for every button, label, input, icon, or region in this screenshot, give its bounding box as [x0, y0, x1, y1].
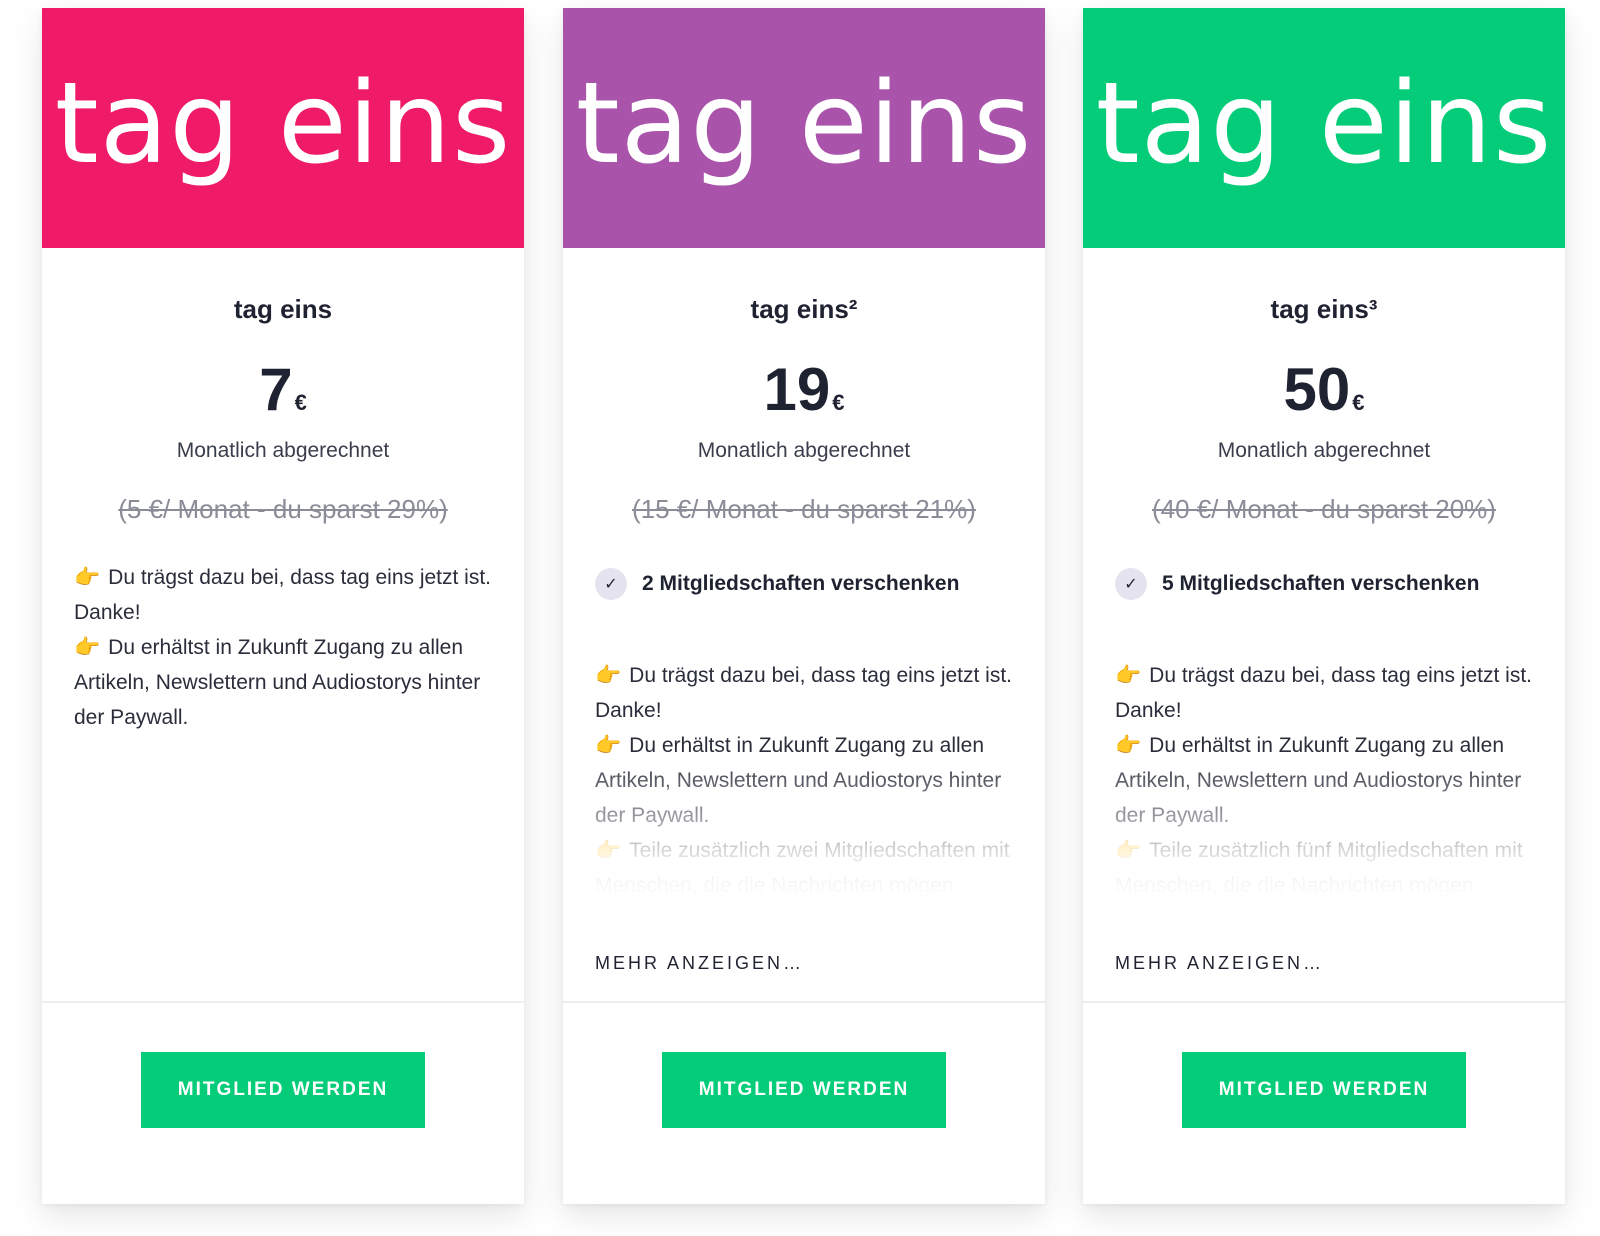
- price-amount: 7: [259, 356, 293, 423]
- backhand-index-pointing-right-icon: 👉: [1115, 839, 1142, 862]
- gift-memberships: ✓ 5 Mitgliedschaften verschenken: [1115, 568, 1541, 600]
- old-price: (40 €/ Monat - du sparst 20%): [1152, 494, 1496, 524]
- divider: [563, 1001, 1045, 1003]
- feature-list: 👉 Du trägst dazu bei, dass tag eins jetzt…: [595, 658, 1021, 903]
- backhand-index-pointing-right-icon: 👉: [74, 566, 101, 589]
- show-more-link[interactable]: MEHR ANZEIGEN…: [595, 953, 804, 974]
- backhand-index-pointing-right-icon: 👉: [595, 664, 622, 687]
- plan-banner: tag eins: [42, 8, 524, 248]
- list-item: 👉 Du trägst dazu bei, dass tag eins jetzt…: [74, 566, 492, 624]
- list-item: 👉 Du trägst dazu bei, dass tag eins jetzt…: [1115, 664, 1533, 722]
- billing-period: Monatlich abgerechnet: [697, 439, 911, 462]
- gift-label: 5 Mitgliedschaften verschenken: [1162, 572, 1480, 595]
- backhand-index-pointing-right-icon: 👉: [1115, 734, 1142, 757]
- price: 50€: [1083, 360, 1565, 420]
- feature-list: 👉 Du trägst dazu bei, dass tag eins jetzt…: [1115, 658, 1541, 903]
- price-amount: 50: [1283, 356, 1351, 423]
- plan-name: tag eins: [233, 294, 333, 324]
- become-member-button[interactable]: MITGLIED WERDEN: [1182, 1052, 1466, 1128]
- backhand-index-pointing-right-icon: 👉: [1115, 664, 1142, 687]
- plan-card-premium: tag eins tag eins³ 50€ Monatlich abgerec…: [1083, 8, 1565, 1204]
- price: 19€: [563, 360, 1045, 420]
- billing-period: Monatlich abgerechnet: [176, 439, 390, 462]
- billing-period: Monatlich abgerechnet: [1217, 439, 1431, 462]
- price-amount: 19: [763, 356, 831, 423]
- check-icon: ✓: [595, 568, 627, 600]
- divider: [42, 1001, 524, 1003]
- plan-name: tag eins³: [1270, 294, 1378, 324]
- old-price: (15 €/ Monat - du sparst 21%): [632, 494, 976, 524]
- plan-card-plus: tag eins tag eins² 19€ Monatlich abgerec…: [563, 8, 1045, 1204]
- old-price: (5 €/ Monat - du sparst 29%): [118, 494, 448, 524]
- show-more-link[interactable]: MEHR ANZEIGEN…: [1115, 953, 1324, 974]
- plan-banner: tag eins: [563, 8, 1045, 248]
- price: 7€: [42, 360, 524, 420]
- price-currency: €: [1352, 390, 1365, 415]
- list-item: 👉 Teile zusätzlich fünf Mitgliedschaften …: [1115, 839, 1523, 897]
- banner-logo-text: tag eins: [575, 59, 1033, 189]
- list-item: 👉 Du erhältst in Zukunft Zugang zu allen …: [1115, 734, 1522, 827]
- plan-name: tag eins²: [750, 294, 858, 324]
- list-item: 👉 Teile zusätzlich zwei Mitgliedschaften …: [595, 839, 1010, 897]
- backhand-index-pointing-right-icon: 👉: [595, 734, 622, 757]
- list-item: 👉 Du erhältst in Zukunft Zugang zu allen …: [74, 636, 481, 729]
- plan-banner: tag eins: [1083, 8, 1565, 248]
- feature-list: 👉 Du trägst dazu bei, dass tag eins jetzt…: [74, 560, 500, 735]
- divider: [1083, 1001, 1565, 1003]
- list-item: 👉 Du trägst dazu bei, dass tag eins jetzt…: [595, 664, 1013, 722]
- banner-logo-text: tag eins: [1095, 59, 1553, 189]
- gift-memberships: ✓ 2 Mitgliedschaften verschenken: [595, 568, 1021, 600]
- plan-card-basic: tag eins tag eins 7€ Monatlich abgerechn…: [42, 8, 524, 1204]
- banner-logo-text: tag eins: [54, 59, 512, 189]
- backhand-index-pointing-right-icon: 👉: [74, 636, 101, 659]
- price-currency: €: [294, 390, 307, 415]
- check-icon: ✓: [1115, 568, 1147, 600]
- gift-label: 2 Mitgliedschaften verschenken: [642, 572, 960, 595]
- become-member-button[interactable]: MITGLIED WERDEN: [141, 1052, 425, 1128]
- list-item: 👉 Du erhältst in Zukunft Zugang zu allen …: [595, 734, 1002, 827]
- price-currency: €: [832, 390, 845, 415]
- become-member-button[interactable]: MITGLIED WERDEN: [662, 1052, 946, 1128]
- backhand-index-pointing-right-icon: 👉: [595, 839, 622, 862]
